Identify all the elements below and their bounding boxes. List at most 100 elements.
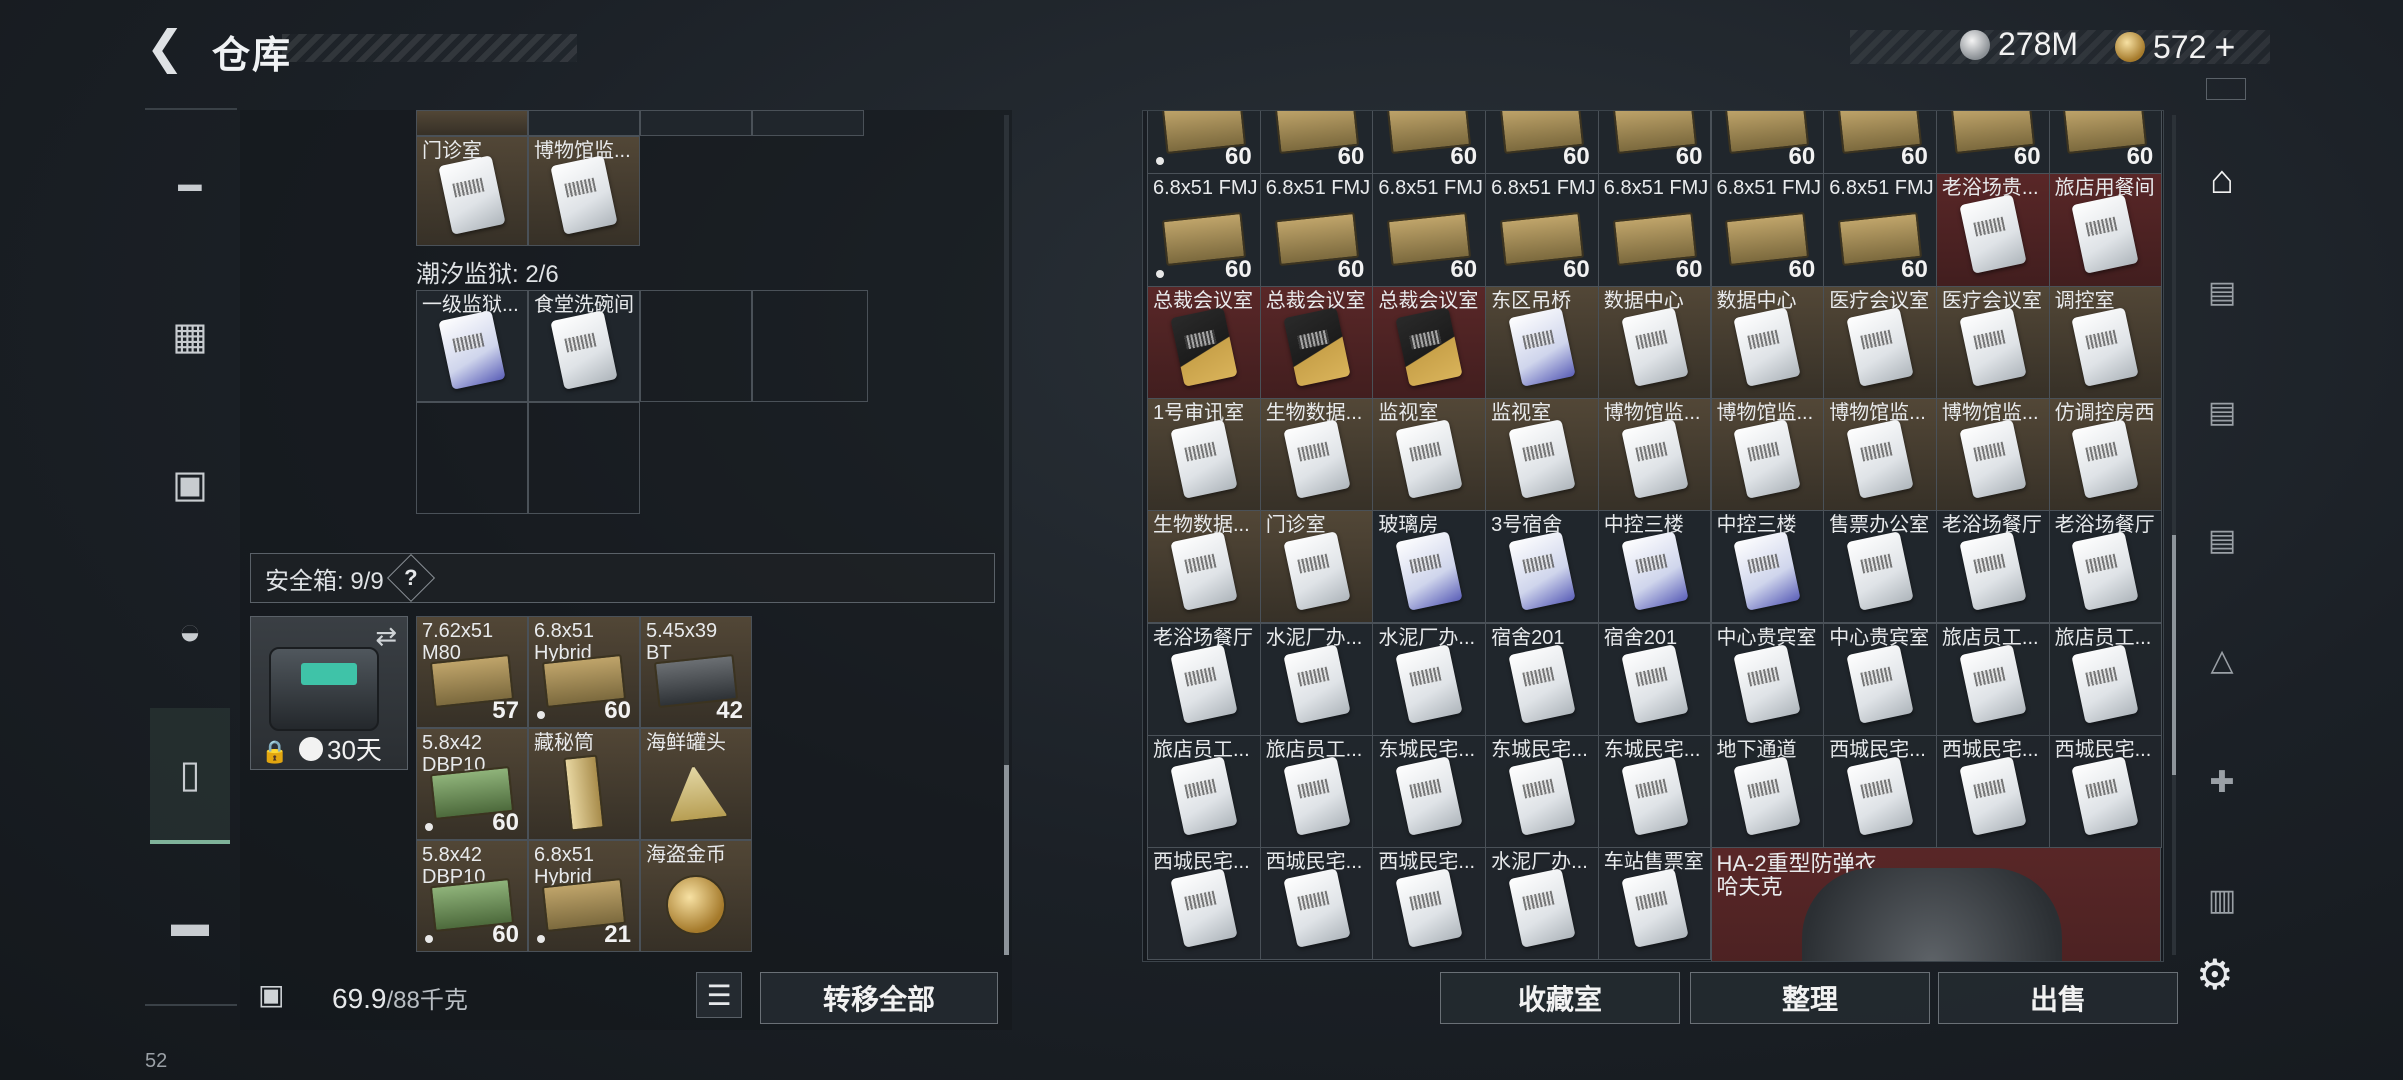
home-icon[interactable]: ⌂ (2192, 150, 2252, 210)
warehouse-item[interactable]: 东城民宅... (1485, 734, 1599, 849)
help-button[interactable]: ? (386, 553, 435, 603)
warehouse-item[interactable]: 仿调控房西 (2048, 397, 2163, 512)
warehouse-item[interactable]: 老浴场餐厅 (1935, 510, 2050, 624)
warehouse-item[interactable]: 生物数据... (1147, 510, 1261, 624)
warehouse-item[interactable]: 6.8x51 FMJ 60 (1710, 173, 1825, 287)
warehouse-item[interactable]: 6.8x51 FMJ 60 (1823, 173, 1937, 287)
warehouse-scrollbar[interactable] (2172, 115, 2176, 955)
keycard-item[interactable]: 门诊室 (416, 136, 528, 246)
warehouse-item[interactable]: 6.8x51 FMJ 60 (1147, 173, 1261, 287)
safe-item[interactable]: 7.62x51 M80 57 (416, 616, 528, 728)
back-button[interactable]: ❮ (140, 21, 190, 73)
warehouse-item[interactable]: 博物馆监... (1710, 397, 1825, 512)
keycard-item[interactable]: 一级监狱... (416, 290, 528, 402)
warehouse-item[interactable]: 中控三楼 (1597, 510, 1712, 624)
warehouse-item[interactable]: 玻璃房 (1372, 510, 1487, 624)
warehouse-item[interactable]: 数据中心 (1597, 285, 1712, 399)
warehouse-item[interactable]: 6.8x51 FMJ 60 (1372, 173, 1487, 287)
warehouse-item[interactable]: 东城民宅... (1372, 734, 1487, 849)
empty-slot[interactable] (640, 290, 752, 402)
warehouse-item[interactable]: 医疗会议室 (1935, 285, 2050, 399)
warehouse-item[interactable]: 60 (1147, 111, 1261, 175)
warehouse-item[interactable]: 老浴场餐厅 (2048, 510, 2163, 624)
warehouse-item[interactable]: 西城民宅... (1372, 847, 1487, 961)
warehouse-item[interactable]: 东城民宅... (1597, 734, 1712, 849)
nav-armor[interactable]: ▦ (150, 296, 230, 376)
warehouse-item[interactable]: 西城民宅... (2048, 734, 2163, 849)
empty-slot[interactable] (528, 402, 640, 514)
warehouse-item[interactable]: 总裁会议室 (1147, 285, 1261, 399)
warehouse-item[interactable]: 6.8x51 FMJ 60 (1259, 173, 1374, 287)
warehouse-item[interactable]: 地下通道 (1710, 734, 1825, 849)
warehouse-item[interactable]: 60 (1935, 111, 2050, 175)
safe-item[interactable]: 5.8x42 DBP10 60 (416, 840, 528, 952)
lock-icon[interactable]: ▣ (258, 978, 294, 1018)
warehouse-item[interactable]: 60 (2048, 111, 2163, 175)
warehouse-item[interactable]: 西城民宅... (1147, 847, 1261, 961)
nav-weapons[interactable]: ━ (150, 148, 230, 228)
collection-room-button[interactable]: 收藏室 (1440, 972, 1680, 1024)
keycard-item[interactable]: 博物馆监... (528, 136, 640, 246)
grid-cell[interactable] (528, 110, 640, 136)
warehouse-item[interactable]: 旅店用餐间 (2048, 173, 2163, 287)
safe-item[interactable]: 海鲜罐头 (640, 728, 752, 840)
sell-button[interactable]: 出售 (1938, 972, 2178, 1024)
warehouse-item[interactable]: 医疗会议室 (1823, 285, 1937, 399)
warehouse-item[interactable]: 60 (1710, 111, 1825, 175)
warehouse-item[interactable]: 宿舍201 (1597, 622, 1712, 736)
armor-item[interactable]: HA-2重型防弹衣 哈夫克 (1710, 847, 2162, 961)
warehouse-item[interactable]: 东区吊桥 (1485, 285, 1599, 399)
warehouse-item[interactable]: 60 (1259, 111, 1374, 175)
warehouse-item[interactable]: 60 (1597, 111, 1712, 175)
warehouse-item[interactable]: 老浴场餐厅 (1147, 622, 1261, 736)
warehouse-item[interactable]: 旅店员工... (2048, 622, 2163, 736)
weapon-rack-icon-3[interactable]: ▤ (2192, 510, 2252, 570)
storage-rack-icon[interactable]: ▥ (2192, 870, 2252, 930)
safe-item[interactable]: 5.8x42 DBP10 60 (416, 728, 528, 840)
warehouse-item[interactable]: 总裁会议室 (1372, 285, 1487, 399)
nav-toolbox[interactable]: ▬ (150, 884, 230, 964)
grid-cell[interactable] (752, 110, 864, 136)
warehouse-item[interactable]: 中心贵宾室 (1823, 622, 1937, 736)
warehouse-item[interactable]: 博物馆监... (1823, 397, 1937, 512)
warehouse-item[interactable]: 监视室 (1372, 397, 1487, 512)
keycard-item[interactable]: 食堂洗碗间 (528, 290, 640, 402)
warehouse-item[interactable]: 西城民宅... (1823, 734, 1937, 849)
safe-item[interactable]: 海盗金币 (640, 840, 752, 952)
warehouse-item[interactable]: 60 (1823, 111, 1937, 175)
warehouse-item[interactable]: 6.8x51 FMJ 60 (1485, 173, 1599, 287)
medical-rack-icon[interactable]: ✚ (2192, 752, 2252, 812)
safe-item[interactable]: 6.8x51 Hybrid 60 (528, 616, 640, 728)
warehouse-item[interactable]: 1号审讯室 (1147, 397, 1261, 512)
warehouse-item[interactable]: 监视室 (1485, 397, 1599, 512)
nav-case[interactable]: ▯ (150, 708, 230, 844)
warehouse-item[interactable]: 60 (1485, 111, 1599, 175)
warehouse-item[interactable]: 门诊室 (1259, 510, 1374, 624)
warehouse-item[interactable]: 数据中心 (1710, 285, 1825, 399)
settings-gear-icon[interactable]: ⚙ (2196, 950, 2234, 999)
swap-icon[interactable]: ⇄ (375, 621, 397, 652)
warehouse-item[interactable]: 旅店员工... (1935, 622, 2050, 736)
warehouse-item[interactable]: 6.8x51 FMJ 60 (1597, 173, 1712, 287)
warehouse-item[interactable]: 旅店员工... (1147, 734, 1261, 849)
safe-box[interactable]: ⇄ 🔒 30天 (250, 616, 408, 770)
safe-item[interactable]: 5.45x39 BT 42 (640, 616, 752, 728)
empty-slot[interactable] (752, 290, 868, 402)
transfer-all-button[interactable]: 转移全部 (760, 972, 998, 1024)
warehouse-item[interactable]: 中控三楼 (1710, 510, 1825, 624)
grid-cell[interactable] (416, 110, 528, 136)
warehouse-item[interactable]: 宿舍201 (1485, 622, 1599, 736)
warehouse-item[interactable]: 水泥厂办... (1372, 622, 1487, 736)
add-currency-button[interactable]: + (2214, 26, 2235, 68)
warehouse-item[interactable]: 车站售票室 (1597, 847, 1712, 961)
currency-gold[interactable]: 572 + (2115, 26, 2235, 68)
sort-button[interactable]: 整理 (1690, 972, 1930, 1024)
warehouse-item[interactable]: 售票办公室 (1823, 510, 1937, 624)
warehouse-item[interactable]: 博物馆监... (1597, 397, 1712, 512)
warehouse-item[interactable]: 中心贵宾室 (1710, 622, 1825, 736)
warehouse-item[interactable]: 总裁会议室 (1259, 285, 1374, 399)
warehouse-item[interactable]: 旅店员工... (1259, 734, 1374, 849)
warehouse-item[interactable]: 博物馆监... (1935, 397, 2050, 512)
weapon-rack-icon-1[interactable]: ▤ (2192, 262, 2252, 322)
warehouse-item[interactable]: 调控室 (2048, 285, 2163, 399)
